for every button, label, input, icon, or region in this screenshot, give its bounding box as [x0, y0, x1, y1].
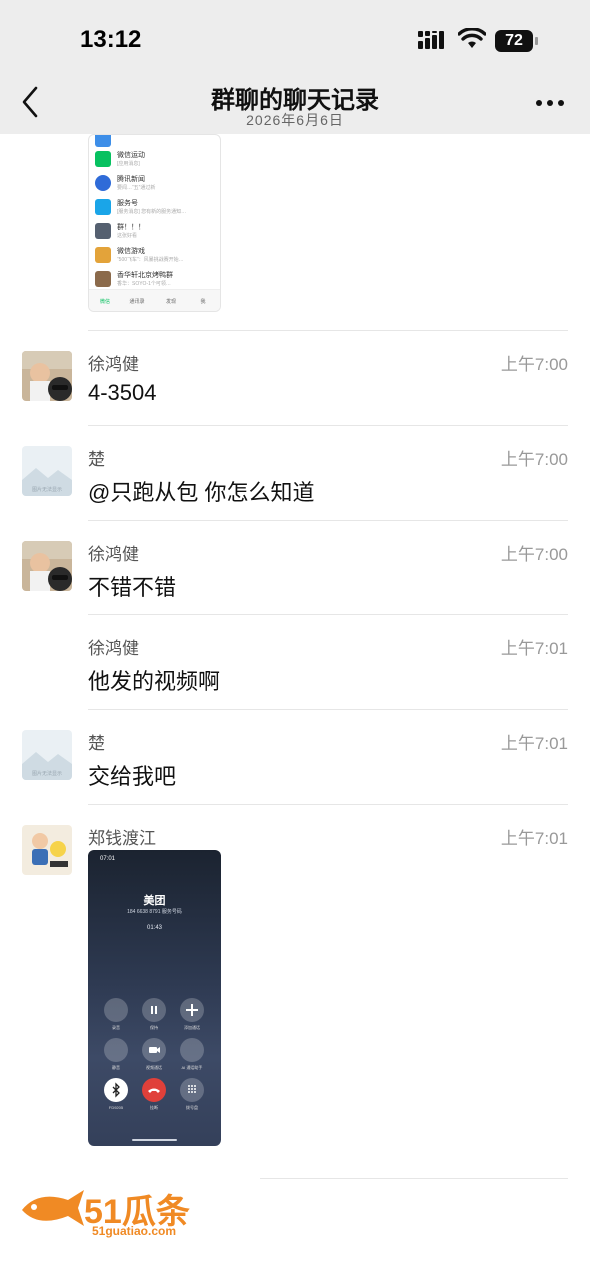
fish-logo-icon: [22, 1190, 84, 1226]
divider: [88, 425, 568, 426]
cellular-signal-icon: [418, 31, 444, 49]
hold-button[interactable]: [142, 998, 166, 1022]
message-time: 上午7:00: [500, 355, 568, 374]
sender-name: 徐鸿健: [88, 355, 139, 374]
more-options-button[interactable]: [530, 92, 570, 112]
mute-button[interactable]: [104, 1038, 128, 1062]
pause-icon: [151, 1006, 157, 1014]
watermark-logo: 51瓜条 51guatiao.com: [18, 1182, 208, 1242]
phone-hangup-icon: [148, 1088, 160, 1093]
message-text: 不错不错: [88, 575, 177, 600]
button-label: 拨号盘: [186, 1105, 198, 1110]
svg-text:图片无法显示: 图片无法显示: [32, 770, 62, 777]
message-text: 他发的视频啊: [88, 669, 221, 694]
photo-boy-icon: [22, 541, 72, 591]
call-status-time: 07:01: [100, 856, 116, 862]
caller-name: 美团: [143, 895, 166, 907]
bluetooth-icon: [112, 1082, 120, 1098]
button-label: 录音: [112, 1025, 120, 1030]
button-label: FD9205: [108, 1105, 124, 1110]
ai-assistant-button[interactable]: [180, 1038, 204, 1062]
divider: [88, 709, 568, 710]
dialpad-button[interactable]: [180, 1078, 204, 1102]
list-item: 腾讯新闻 要闻…“五”通过新: [95, 173, 215, 195]
message-time: 上午7:00: [500, 450, 568, 469]
button-label: 视频通话: [146, 1065, 162, 1070]
sender-name: 楚: [88, 734, 105, 753]
call-duration: 01:43: [146, 925, 162, 931]
avatar[interactable]: 图片无法显示: [22, 730, 72, 780]
mini-tab-bar: 微信 通讯录 发现 我: [89, 289, 220, 311]
page-subtitle: 2026年6月6日: [246, 112, 344, 128]
list-item: 群！！！ 这张好看: [95, 221, 215, 243]
avatar[interactable]: [22, 541, 72, 591]
list-item: 服务号 [服务消息] 您有新的服务通知…: [95, 197, 215, 219]
top-bar: 13:12 72 群聊的聊天记录 2026年6月6日: [0, 0, 590, 134]
avatar[interactable]: [22, 351, 72, 401]
shared-image-call-screen[interactable]: 07:01 美团 184 6638 8791 服务号码 01:43 录音 保持 …: [88, 850, 221, 1146]
video-call-button[interactable]: [142, 1038, 166, 1062]
caller-number: 184 6638 8791 服务号码: [127, 909, 182, 915]
message-time: 上午7:01: [500, 639, 568, 658]
dialpad-icon: [188, 1085, 196, 1093]
svg-text:图片无法显示: 图片无法显示: [32, 486, 62, 493]
hang-up-button[interactable]: [142, 1078, 166, 1102]
sender-name: 徐鸿健: [88, 639, 139, 658]
avatar[interactable]: [22, 825, 72, 875]
home-indicator: [132, 1139, 177, 1141]
plus-icon: [186, 1004, 198, 1016]
message-time: 上午7:01: [500, 734, 568, 753]
divider: [88, 520, 568, 521]
sender-name: 徐鸿健: [88, 545, 139, 564]
message-time: 上午7:00: [500, 545, 568, 564]
battery-level: 72: [505, 32, 523, 49]
button-label: 静音: [112, 1065, 120, 1070]
button-label: 添加通话: [184, 1025, 200, 1030]
list-item: 微信运动 [应用消息]: [95, 149, 215, 171]
divider: [88, 330, 568, 331]
button-label: 挂断: [150, 1105, 158, 1110]
message-text: 交给我吧: [88, 764, 177, 789]
status-time: 13:12: [80, 26, 142, 53]
battery-icon: 72: [495, 30, 539, 52]
sender-name: 郑钱渡江: [88, 829, 156, 848]
watermark-url: 51guatiao.com: [92, 1224, 177, 1238]
video-icon: [149, 1047, 160, 1053]
cartoon-icon: [22, 825, 72, 875]
record-button[interactable]: [104, 998, 128, 1022]
button-label: AI 通话助手: [181, 1065, 203, 1070]
divider: [260, 1178, 568, 1179]
divider: [88, 804, 568, 805]
shared-image-wechat-list[interactable]: 微信运动 [应用消息] 腾讯新闻 要闻…“五”通过新 服务号 [服务消息] 您有…: [88, 134, 221, 312]
bluetooth-button[interactable]: [104, 1078, 128, 1102]
list-item: 微信游戏 “500飞车”：风暴挑战赛开始…: [95, 245, 215, 267]
list-item: 香华轩北京烤鸭群 香华：SOYO-1个可领…: [95, 269, 215, 291]
divider: [88, 614, 568, 615]
avatar[interactable]: 图片无法显示: [22, 446, 72, 496]
message-time: 上午7:01: [500, 829, 568, 848]
photo-boy-icon: [22, 351, 72, 401]
sender-name: 楚: [88, 450, 105, 469]
button-label: 保持: [150, 1025, 158, 1030]
wifi-icon: [458, 28, 486, 48]
image-placeholder-icon: 图片无法显示: [22, 446, 72, 496]
image-placeholder-icon: 图片无法显示: [22, 730, 72, 780]
add-call-button[interactable]: [180, 998, 204, 1022]
message-text: @只跑从包 你怎么知道: [88, 480, 315, 505]
message-text: 4-3504: [88, 380, 157, 405]
